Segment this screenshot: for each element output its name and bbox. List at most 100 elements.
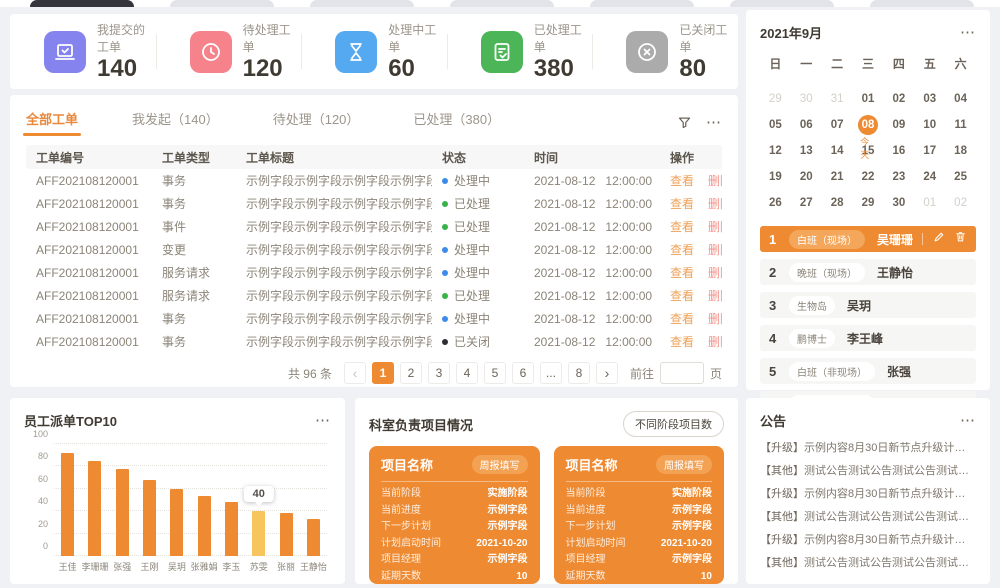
table-row[interactable]: AFF202108120001 变更 示例字段示例字段示例字段示例字段示例字段 …	[26, 238, 722, 261]
calendar-day[interactable]: 02	[945, 190, 976, 216]
page-button[interactable]: 6	[512, 362, 534, 384]
page-button[interactable]: 3	[428, 362, 450, 384]
view-link[interactable]: 查看	[670, 195, 694, 212]
delete-link[interactable]: 删除	[708, 241, 722, 258]
page-button[interactable]: 1	[372, 362, 394, 384]
bar[interactable]	[198, 496, 211, 556]
delete-link[interactable]: 删除	[708, 264, 722, 281]
table-row[interactable]: AFF202108120001 事务 示例字段示例字段示例字段示例字段示例字段 …	[26, 192, 722, 215]
next-page-button[interactable]: ›	[596, 362, 618, 384]
calendar-day[interactable]: 06	[791, 112, 822, 138]
browser-tab[interactable]	[310, 0, 414, 7]
weekly-report-button[interactable]: 周报填写	[656, 455, 712, 474]
announcement-item[interactable]: 【升级】示例内容8月30日新节点升级计划通知	[760, 483, 976, 506]
delete-shift-icon[interactable]	[954, 230, 967, 248]
bar[interactable]	[225, 502, 238, 556]
page-button[interactable]: 4	[456, 362, 478, 384]
calendar-day[interactable]: 09	[883, 112, 914, 138]
more-icon[interactable]: ⋯	[960, 25, 976, 40]
bar[interactable]	[252, 511, 265, 556]
bar[interactable]	[116, 469, 129, 556]
browser-tab[interactable]	[450, 0, 554, 7]
calendar-day[interactable]: 30	[883, 190, 914, 216]
calendar-day[interactable]: 16	[883, 138, 914, 164]
view-link[interactable]: 查看	[670, 241, 694, 258]
calendar-day[interactable]: 31	[822, 86, 853, 112]
bar[interactable]	[280, 513, 293, 556]
calendar-day[interactable]: 29	[760, 86, 791, 112]
page-button[interactable]: ...	[540, 362, 562, 384]
table-row[interactable]: AFF202108120001 服务请求 示例字段示例字段示例字段示例字段示例字…	[26, 261, 722, 284]
calendar-day[interactable]: 05	[760, 112, 791, 138]
view-link[interactable]: 查看	[670, 310, 694, 327]
more-icon[interactable]: ⋯	[315, 413, 331, 428]
browser-tab[interactable]	[730, 0, 834, 7]
more-icon[interactable]: ⋯	[960, 413, 976, 428]
calendar-day[interactable]: 01	[853, 86, 884, 112]
shift-row[interactable]: 2 晚班（现场） 王静怡	[760, 259, 976, 285]
bar[interactable]	[143, 480, 156, 556]
calendar-day[interactable]: 11	[945, 112, 976, 138]
table-row[interactable]: AFF202108120001 事务 示例字段示例字段示例字段示例字段示例字段 …	[26, 307, 722, 330]
view-link[interactable]: 查看	[670, 172, 694, 189]
view-link[interactable]: 查看	[670, 218, 694, 235]
workorder-tab[interactable]: 待处理（120）	[273, 109, 360, 136]
table-row[interactable]: AFF202108120001 事件 示例字段示例字段示例字段示例字段示例字段 …	[26, 215, 722, 238]
calendar-day[interactable]: 18	[945, 138, 976, 164]
shift-row[interactable]: 1 白班（现场） 吴珊珊	[760, 226, 976, 252]
delete-link[interactable]: 删除	[708, 172, 722, 189]
calendar-day[interactable]: 02	[883, 86, 914, 112]
calendar-day[interactable]: 20	[791, 164, 822, 190]
page-button[interactable]: 5	[484, 362, 506, 384]
calendar-day[interactable]: 21	[822, 164, 853, 190]
shift-row[interactable]: 4 鹏博士 李王峰	[760, 325, 976, 351]
workorder-tab[interactable]: 全部工单	[26, 109, 78, 136]
calendar-day[interactable]: 29	[853, 190, 884, 216]
calendar-day[interactable]: 28	[822, 190, 853, 216]
calendar-day[interactable]: 01	[914, 190, 945, 216]
shift-row[interactable]: 5 白班（非现场） 张强	[760, 358, 976, 384]
filter-icon[interactable]	[677, 115, 692, 130]
calendar-day[interactable]: 17	[914, 138, 945, 164]
announcement-item[interactable]: 【其他】测试公告测试公告测试公告测试公告测试公告	[760, 552, 976, 575]
edit-shift-icon[interactable]	[933, 230, 946, 248]
calendar-day[interactable]: 10	[914, 112, 945, 138]
goto-page-input[interactable]	[660, 362, 704, 384]
view-link[interactable]: 查看	[670, 264, 694, 281]
announcement-item[interactable]: 【其他】测试公告测试公告测试公告测试公告测试公告	[760, 460, 976, 483]
bar[interactable]	[307, 519, 320, 556]
more-icon[interactable]: ⋯	[706, 115, 722, 130]
delete-link[interactable]: 删除	[708, 287, 722, 304]
calendar-day[interactable]: 04	[945, 86, 976, 112]
calendar-day[interactable]: 07	[822, 112, 853, 138]
bar[interactable]	[88, 461, 101, 556]
delete-link[interactable]: 删除	[708, 333, 722, 350]
browser-tab[interactable]	[590, 0, 694, 7]
calendar-day[interactable]: 25	[945, 164, 976, 190]
shift-row[interactable]: 3 生物岛 吴玥	[760, 292, 976, 318]
calendar-day[interactable]: 24	[914, 164, 945, 190]
calendar-day[interactable]: 30	[791, 86, 822, 112]
announcement-item[interactable]: 【其他】测试公告测试公告测试公告测试公告测试公告	[760, 506, 976, 529]
delete-link[interactable]: 删除	[708, 310, 722, 327]
weekly-report-button[interactable]: 周报填写	[472, 455, 528, 474]
calendar-day-today[interactable]: 08今天	[853, 112, 884, 138]
prev-page-button[interactable]: ‹	[344, 362, 366, 384]
calendar-day[interactable]: 12	[760, 138, 791, 164]
workorder-tab[interactable]: 我发起（140）	[132, 109, 219, 136]
page-button[interactable]: 2	[400, 362, 422, 384]
calendar-day[interactable]: 19	[760, 164, 791, 190]
delete-link[interactable]: 删除	[708, 218, 722, 235]
table-row[interactable]: AFF202108120001 事务 示例字段示例字段示例字段示例字段示例字段 …	[26, 169, 722, 192]
table-row[interactable]: AFF202108120001 服务请求 示例字段示例字段示例字段示例字段示例字…	[26, 284, 722, 307]
announcement-item[interactable]: 【升级】示例内容8月30日新节点升级计划通知	[760, 437, 976, 460]
calendar-day[interactable]: 03	[914, 86, 945, 112]
stage-count-button[interactable]: 不同阶段项目数	[623, 411, 724, 437]
view-link[interactable]: 查看	[670, 287, 694, 304]
calendar-day[interactable]: 26	[760, 190, 791, 216]
calendar-day[interactable]: 22	[853, 164, 884, 190]
browser-tab[interactable]	[170, 0, 274, 7]
workorder-tab[interactable]: 已处理（380）	[413, 109, 500, 136]
calendar-day[interactable]: 14	[822, 138, 853, 164]
browser-tab[interactable]	[870, 0, 974, 7]
